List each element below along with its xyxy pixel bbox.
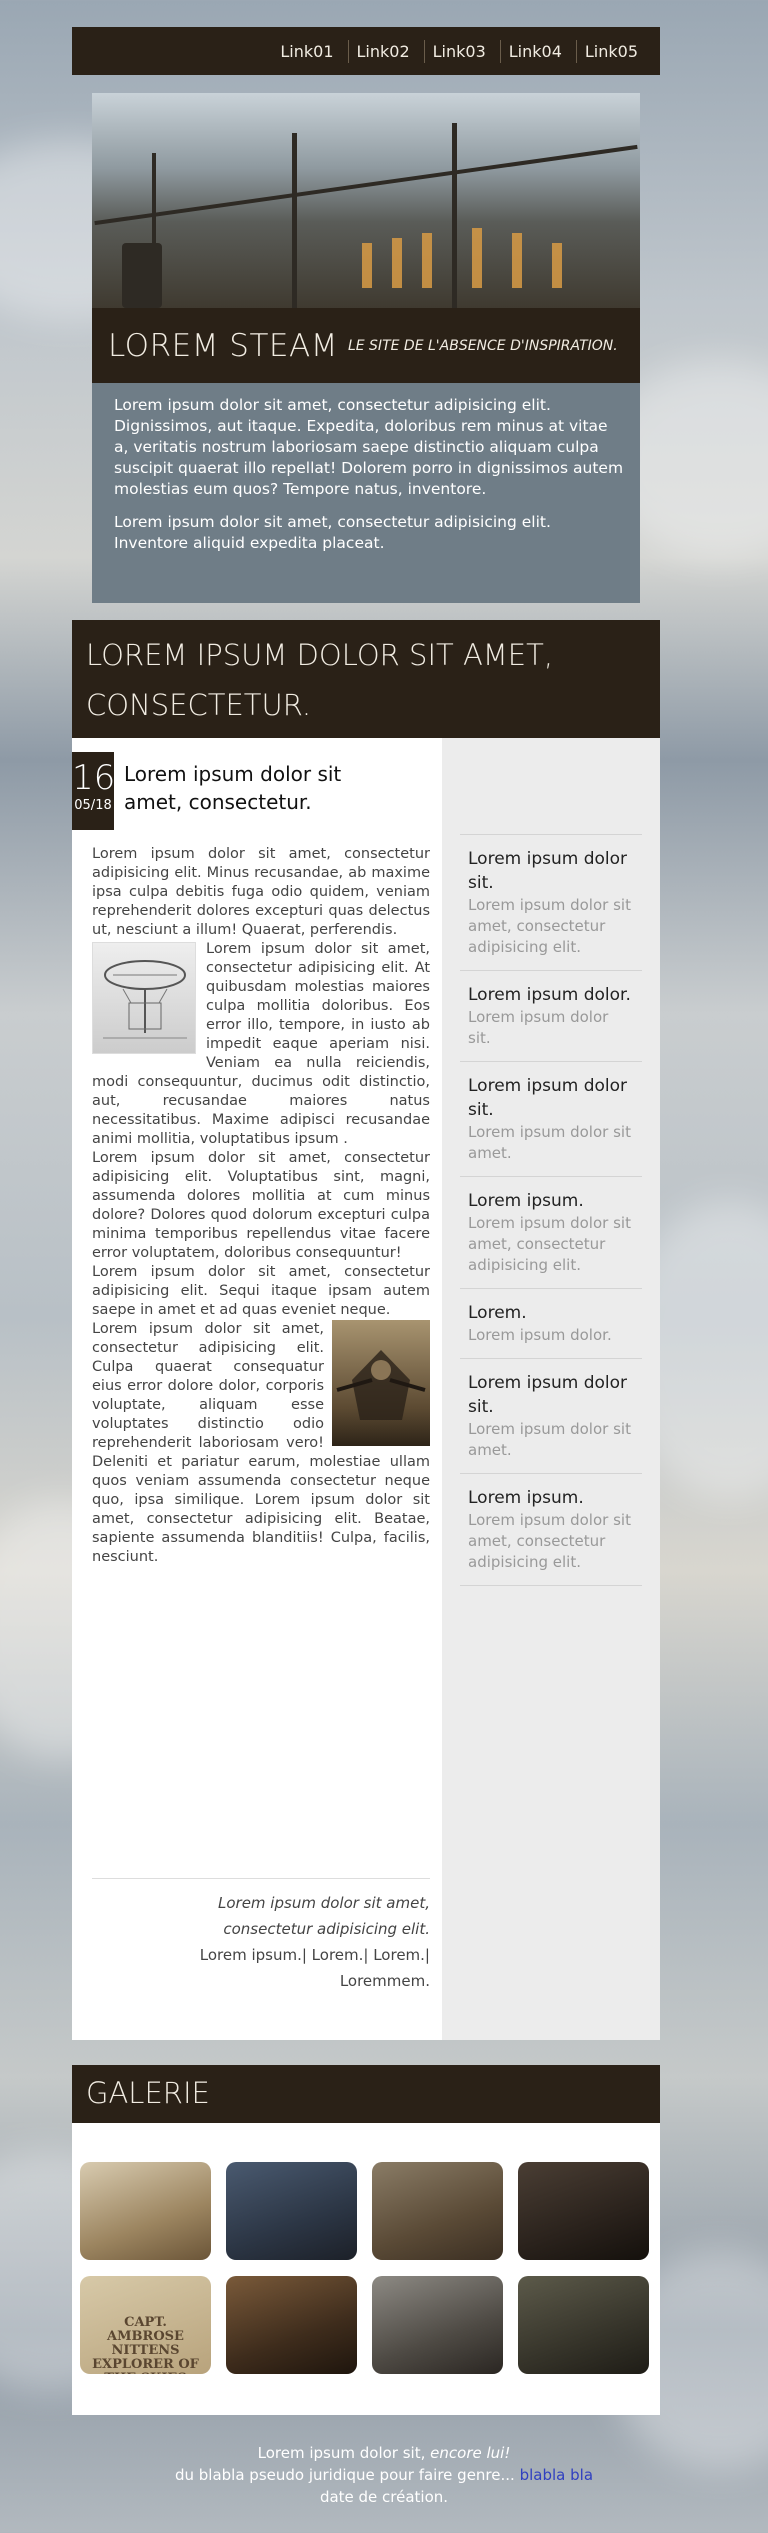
nav-link-1[interactable]: Link01: [272, 40, 341, 63]
hero-title-bar: LOREM STEAM Le site de l'absence d'inspi…: [92, 308, 640, 383]
article-paragraph-1: Lorem ipsum dolor sit amet, consectetur …: [92, 846, 430, 938]
main-panel: Lorem ipsum dolor sit amet, consectetur.…: [72, 620, 660, 2040]
footer-line-1: Lorem ipsum dolor sit, encore lui!: [0, 2442, 768, 2464]
article-paragraph-4: Lorem ipsum dolor sit amet, consectetur …: [92, 1264, 430, 1318]
footer-line-2: du blabla pseudo juridique pour faire ge…: [0, 2464, 768, 2486]
nav-link-2[interactable]: Link02: [347, 39, 418, 63]
footer-link[interactable]: blabla bla: [520, 2466, 593, 2484]
gallery-thumb-machine[interactable]: [518, 2276, 649, 2374]
hero-paragraph-2: Lorem ipsum dolor sit amet, consectetur …: [114, 513, 551, 552]
sidebar-item-sub: Lorem ipsum dolor sit amet, consectetur …: [468, 1214, 631, 1274]
sidebar-item-title: Lorem ipsum.: [468, 1191, 584, 1211]
gallery-thumb-vehicle[interactable]: [372, 2162, 503, 2260]
footer-line-2-text: du blabla pseudo juridique pour faire ge…: [174, 2466, 515, 2484]
nav-link-3[interactable]: Link03: [423, 39, 494, 63]
hero-section: LOREM STEAM Le site de l'absence d'inspi…: [92, 93, 640, 603]
sidebar-item-title: Lorem ipsum dolor sit.: [468, 1373, 628, 1417]
gallery-thumb-car[interactable]: [226, 2162, 357, 2260]
gallery-thumb-city[interactable]: [518, 2162, 649, 2260]
sidebar-item-sub: Lorem ipsum dolor sit amet.: [468, 1123, 631, 1162]
date-badge: 16 05/18: [72, 752, 116, 830]
sidebar-item[interactable]: Lorem ipsum dolor. Lorem ipsum dolor sit…: [460, 970, 642, 1061]
nav-link-5[interactable]: Link05: [575, 39, 646, 63]
sidebar-item-title: Lorem ipsum dolor sit.: [468, 849, 628, 893]
sidebar-item-sub: Lorem ipsum dolor sit amet, consectetur …: [468, 1511, 631, 1571]
gallery-thumb-poster[interactable]: CAPT. AMBROSE NITTENS EXPLORER OF THE SK…: [80, 2276, 211, 2374]
steampunk-figure-image: [332, 1320, 430, 1446]
article-title: Lorem ipsum dolor sit amet, consectetur.: [124, 762, 342, 814]
gallery-title: GALERIE: [86, 2076, 210, 2110]
blockquote: Lorem ipsum dolor sit amet, consectetur …: [162, 1890, 430, 1994]
sidebar-item[interactable]: Lorem ipsum dolor sit. Lorem ipsum dolor…: [460, 1358, 642, 1473]
quote-source: Lorem ipsum.| Lorem.| Lorem.| Loremmem.: [199, 1946, 430, 1990]
sidebar-item[interactable]: Lorem ipsum. Lorem ipsum dolor sit amet,…: [460, 1473, 642, 1586]
quote-divider: [92, 1878, 430, 1879]
article-body: Lorem ipsum dolor sit amet, consectetur …: [92, 845, 430, 1567]
airship-sketch-image: [92, 942, 196, 1054]
date-month-year: 05/18: [74, 798, 112, 813]
sidebar-item[interactable]: Lorem ipsum. Lorem ipsum dolor sit amet,…: [460, 1176, 642, 1288]
gallery-thumb-street[interactable]: [372, 2276, 503, 2374]
hero-text: Lorem ipsum dolor sit amet, consectetur …: [114, 395, 624, 566]
date-day: 16: [72, 758, 116, 798]
sidebar-item-sub: Lorem ipsum dolor sit.: [468, 1008, 609, 1047]
sidebar-item-sub: Lorem ipsum dolor sit amet, consectetur …: [468, 896, 631, 956]
hero-paragraph-1: Lorem ipsum dolor sit amet, consectetur …: [114, 396, 624, 498]
hero-tagline: Le site de l'absence d'inspiration.: [347, 337, 618, 354]
poster-text: CAPT. AMBROSE NITTENS EXPLORER OF THE SK…: [92, 2315, 199, 2375]
gallery-thumb-workshop[interactable]: [226, 2276, 357, 2374]
sidebar-item[interactable]: Lorem ipsum dolor sit. Lorem ipsum dolor…: [460, 834, 642, 970]
quote-text: Lorem ipsum dolor sit amet, consectetur …: [218, 1894, 430, 1938]
hero-title: LOREM STEAM: [108, 327, 338, 364]
sidebar-item[interactable]: Lorem. Lorem ipsum dolor.: [460, 1288, 642, 1358]
footer-line-1-em: encore lui!: [430, 2444, 511, 2462]
top-nav: Link01 Link02 Link03 Link04 Link05: [72, 27, 660, 75]
sidebar-item[interactable]: Lorem ipsum dolor sit. Lorem ipsum dolor…: [460, 1061, 642, 1176]
article-paragraph-3: Lorem ipsum dolor sit amet, consectetur …: [92, 1150, 430, 1261]
gallery-grid: CAPT. AMBROSE NITTENS EXPLORER OF THE SK…: [80, 2162, 652, 2374]
nav-link-4[interactable]: Link04: [499, 39, 570, 63]
gallery-section: GALERIE CAPT. AMBROSE NITTENS EXPLORER O…: [72, 2065, 660, 2415]
sidebar-item-sub: Lorem ipsum dolor sit amet.: [468, 1420, 631, 1459]
footer-line-3: date de création.: [319, 2488, 449, 2506]
main-header: Lorem ipsum dolor sit amet, consectetur.: [72, 620, 660, 738]
sidebar-item-title: Lorem.: [468, 1303, 527, 1323]
footer: Lorem ipsum dolor sit, encore lui! du bl…: [0, 2442, 768, 2508]
sidebar-item-title: Lorem ipsum dolor sit.: [468, 1076, 628, 1120]
footer-line-1-text: Lorem ipsum dolor sit,: [257, 2444, 426, 2462]
sidebar: Lorem ipsum dolor sit. Lorem ipsum dolor…: [442, 738, 660, 2040]
hero-image: [92, 93, 640, 308]
sidebar-item-sub: Lorem ipsum dolor.: [468, 1326, 612, 1344]
gallery-thumb-airship[interactable]: [80, 2162, 211, 2260]
sidebar-item-title: Lorem ipsum dolor.: [468, 985, 631, 1005]
main-heading: Lorem ipsum dolor sit amet, consectetur.: [86, 638, 554, 722]
gallery-header: GALERIE: [72, 2065, 660, 2123]
sidebar-item-title: Lorem ipsum.: [468, 1488, 584, 1508]
